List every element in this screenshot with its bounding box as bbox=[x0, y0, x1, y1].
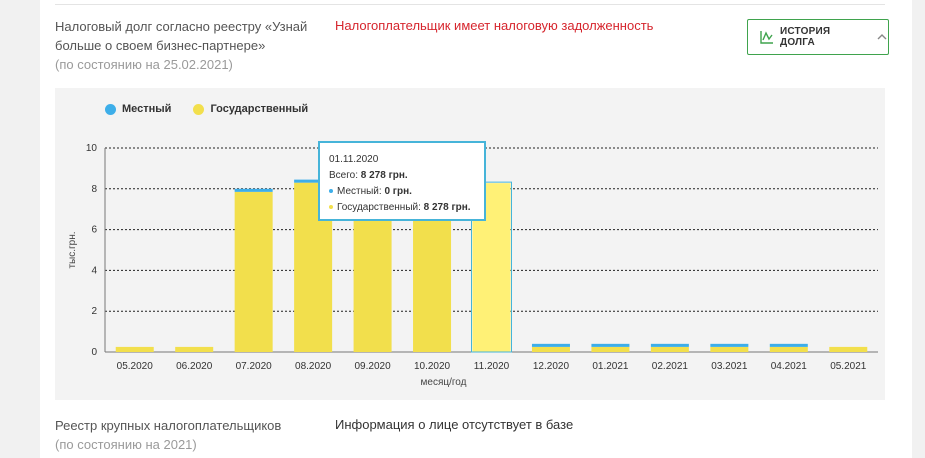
large-taxpayers-title: Реестр крупных налогоплательщиков bbox=[55, 418, 282, 433]
y-tick-label: 8 bbox=[91, 184, 97, 195]
y-tick-label: 10 bbox=[86, 143, 98, 154]
bar-local bbox=[234, 188, 273, 192]
bar-state bbox=[531, 346, 570, 352]
bar-state bbox=[650, 346, 689, 352]
x-tick-label: 05.2020 bbox=[117, 361, 154, 372]
bar-local bbox=[531, 343, 570, 347]
y-tick-label: 4 bbox=[91, 265, 97, 276]
tooltip-state: Государственный: 8 278 грн. bbox=[329, 200, 475, 216]
bar-local bbox=[650, 343, 689, 347]
bar-state bbox=[769, 346, 808, 352]
x-tick-label: 10.2020 bbox=[414, 361, 451, 372]
divider bbox=[55, 4, 885, 5]
y-axis-title: тыс.грн. bbox=[67, 231, 78, 268]
x-tick-label: 05.2021 bbox=[830, 361, 867, 372]
bar-local bbox=[769, 343, 808, 347]
x-axis-title: месяц/год bbox=[421, 377, 467, 388]
y-tick-label: 0 bbox=[91, 347, 97, 358]
x-tick-label: 11.2020 bbox=[474, 361, 510, 372]
x-tick-label: 03.2021 bbox=[711, 361, 748, 372]
bar-local bbox=[591, 343, 630, 347]
tooltip-state-label: Государственный: bbox=[337, 202, 421, 213]
tax-debt-title: Налоговый долг согласно реестру «Узнай б… bbox=[55, 19, 308, 53]
y-tick-label: 2 bbox=[91, 306, 97, 317]
tax-debt-status: Налогоплательщик имеет налоговую задолже… bbox=[335, 18, 654, 33]
line-chart-icon bbox=[760, 30, 774, 44]
tax-debt-label: Налоговый долг согласно реестру «Узнай б… bbox=[55, 17, 320, 74]
x-tick-label: 06.2020 bbox=[176, 361, 213, 372]
x-tick-label: 12.2020 bbox=[533, 361, 570, 372]
x-tick-label: 04.2021 bbox=[771, 361, 808, 372]
debt-history-button[interactable]: ИСТОРИЯ ДОЛГА bbox=[747, 19, 889, 55]
tooltip-local: Местный: 0 грн. bbox=[329, 184, 475, 200]
x-tick-label: 01.2021 bbox=[592, 361, 629, 372]
x-tick-label: 09.2020 bbox=[354, 361, 391, 372]
tooltip-total-label: Всего: bbox=[329, 170, 358, 181]
chevron-up-icon bbox=[876, 31, 888, 43]
large-taxpayers-label: Реестр крупных налогоплательщиков (по со… bbox=[55, 416, 281, 454]
tooltip-total-value: 8 278 грн. bbox=[360, 170, 408, 181]
tooltip-dot-state bbox=[329, 205, 333, 210]
tooltip-date: 01.11.2020 bbox=[329, 154, 379, 165]
bar-state bbox=[234, 191, 273, 352]
bar-state bbox=[115, 346, 154, 352]
large-taxpayers-date: (по состоянию на 2021) bbox=[55, 437, 197, 452]
tax-debt-date: (по состоянию на 25.02.2021) bbox=[55, 57, 233, 72]
bar-local bbox=[710, 343, 749, 347]
tooltip-total: Всего: 8 278 грн. bbox=[329, 168, 475, 184]
x-tick-label: 02.2021 bbox=[652, 361, 689, 372]
bar-state bbox=[710, 346, 749, 352]
debt-history-label: ИСТОРИЯ ДОЛГА bbox=[780, 26, 831, 48]
bar-state bbox=[175, 346, 214, 352]
tooltip-state-value: 8 278 грн. bbox=[423, 202, 471, 213]
large-taxpayers-value: Информация о лице отсутствует в базе bbox=[335, 417, 574, 432]
tooltip-dot-local bbox=[329, 189, 333, 194]
chart-tooltip: 01.11.2020 Всего: 8 278 грн. Местный: 0 … bbox=[318, 141, 486, 221]
bar-state bbox=[829, 346, 868, 352]
debt-chart: Местный Государственный 0 2 4 6 8 10 тыс.грн. 0… bbox=[55, 88, 885, 400]
x-tick-label: 07.2020 bbox=[236, 361, 273, 372]
bar-state bbox=[591, 346, 630, 352]
chart-svg: 0 2 4 6 8 10 тыс.грн. 05.2020 06.2020 07.2020 08.2… bbox=[67, 143, 878, 388]
tooltip-local-label: Местный: bbox=[337, 186, 382, 197]
y-tick-label: 6 bbox=[91, 225, 97, 236]
x-tick-label: 08.2020 bbox=[295, 361, 332, 372]
tooltip-local-value: 0 грн. bbox=[384, 186, 412, 197]
